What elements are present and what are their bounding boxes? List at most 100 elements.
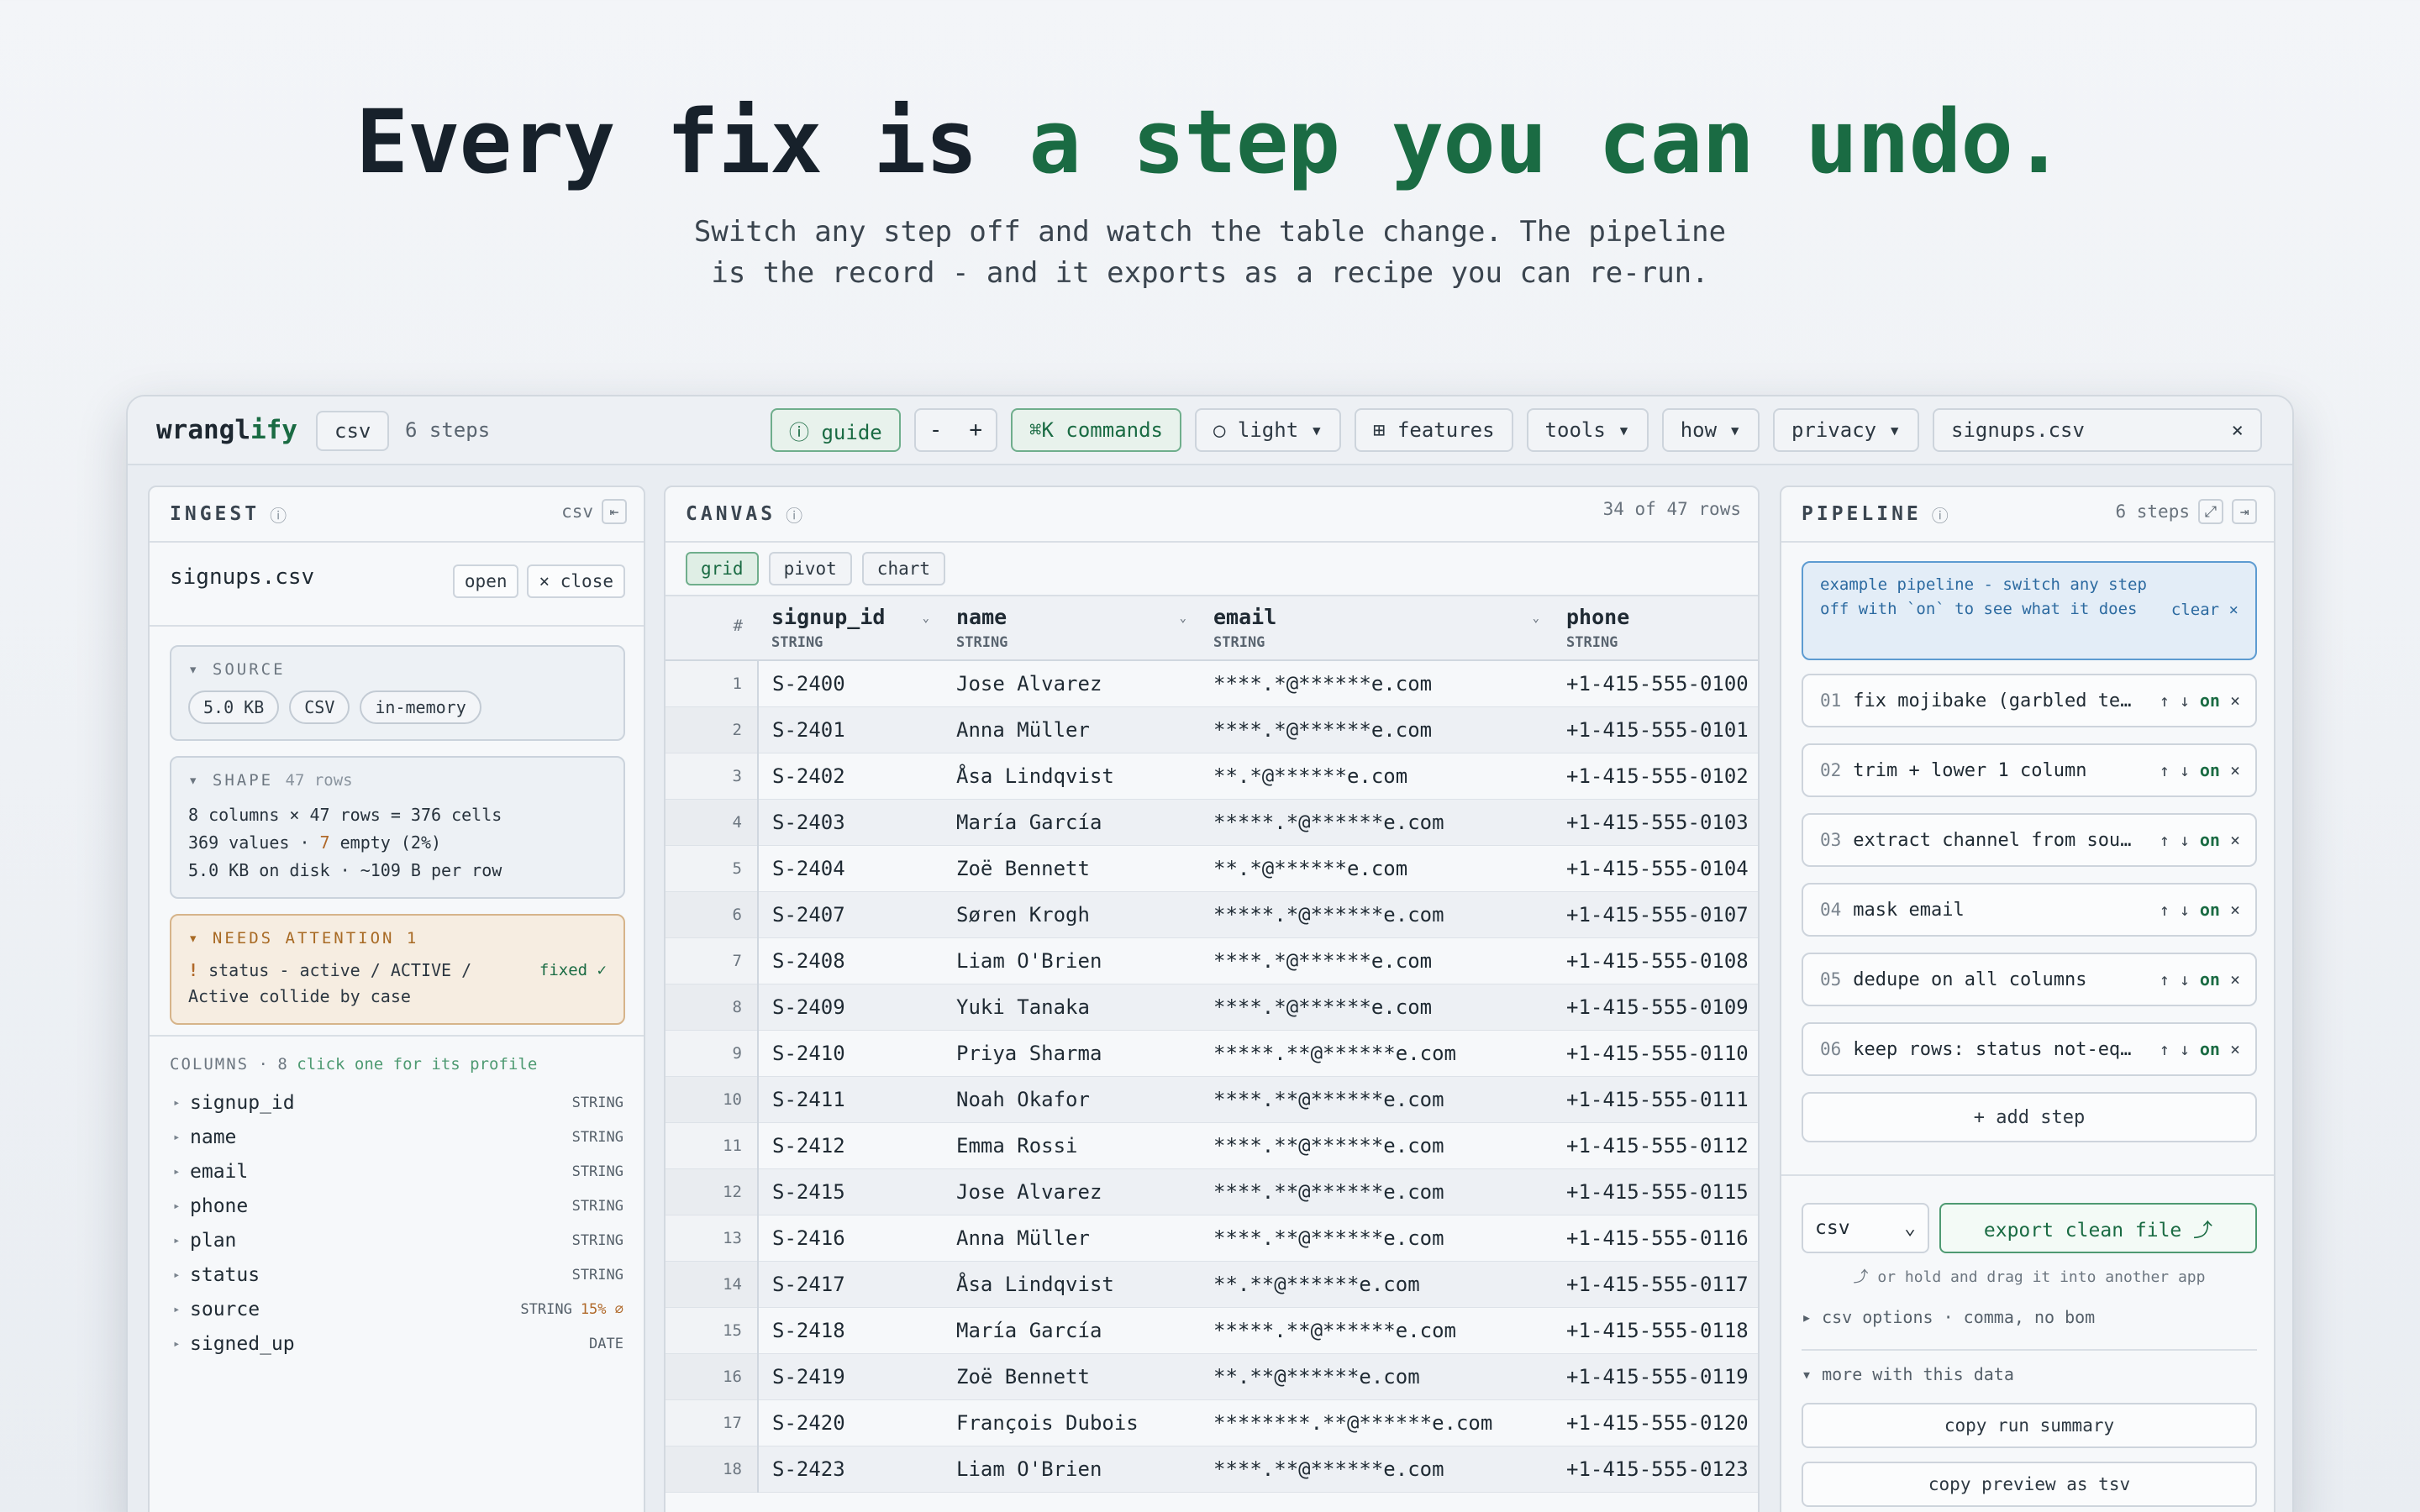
table-row[interactable]: 14 S-2417 Åsa Lindqvist **.**@******e.com +1… bbox=[666, 1261, 1758, 1308]
zoom-out-button[interactable]: - bbox=[916, 417, 956, 443]
table-cell[interactable]: S-2402 bbox=[758, 753, 943, 800]
column-item[interactable]: ▸ signed_up DATE bbox=[173, 1326, 623, 1361]
column-item[interactable]: ▸ email STRING bbox=[173, 1154, 623, 1189]
pipeline-step[interactable]: 06 keep rows: status not-equal ↑ ↓ on × bbox=[1802, 1022, 2257, 1076]
table-cell[interactable]: Liam O'Brien bbox=[943, 937, 1200, 984]
table-cell[interactable]: ********.**@******e.com bbox=[1200, 1399, 1553, 1446]
collapse-right-icon[interactable]: ⇥ bbox=[2232, 499, 2257, 524]
tools-dropdown[interactable]: tools ▾ bbox=[1526, 408, 1649, 452]
table-cell[interactable]: Jose Alvarez bbox=[943, 660, 1200, 707]
table-row[interactable]: 1 S-2400 Jose Alvarez ****.*@******e.com +1-… bbox=[666, 660, 1758, 707]
table-cell[interactable]: ****.**@******e.com bbox=[1200, 1168, 1553, 1215]
move-up-icon[interactable]: ↑ bbox=[2160, 1039, 2170, 1059]
table-cell[interactable]: +1-415-555-0112 bbox=[1553, 1122, 1758, 1169]
table-cell[interactable]: S-2411 bbox=[758, 1076, 943, 1123]
move-down-icon[interactable]: ↓ bbox=[2180, 830, 2190, 850]
table-cell[interactable]: +1-415-555-0116 bbox=[1553, 1215, 1758, 1262]
info-icon[interactable]: ⓘ bbox=[270, 502, 287, 527]
tab-grid[interactable]: grid bbox=[686, 552, 759, 585]
table-cell[interactable]: **.**@******e.com bbox=[1200, 1261, 1553, 1308]
table-cell[interactable]: S-2400 bbox=[758, 660, 943, 707]
table-cell[interactable]: +1-415-555-0108 bbox=[1553, 937, 1758, 984]
table-row[interactable]: 12 S-2415 Jose Alvarez ****.**@******e.com +… bbox=[666, 1168, 1758, 1215]
zoom-in-button[interactable]: + bbox=[955, 417, 996, 443]
open-button[interactable]: open bbox=[452, 564, 519, 598]
table-row[interactable]: 2 S-2401 Anna Müller ****.*@******e.com +1-4… bbox=[666, 706, 1758, 753]
table-cell[interactable]: S-2423 bbox=[758, 1446, 943, 1493]
table-cell[interactable]: +1-415-555-0123 bbox=[1553, 1446, 1758, 1493]
table-row[interactable]: 4 S-2403 María García *****.*@******e.com +1… bbox=[666, 799, 1758, 846]
table-cell[interactable]: *****.*@******e.com bbox=[1200, 799, 1553, 846]
column-header-email[interactable]: email STRING ⌄ bbox=[1200, 596, 1553, 661]
column-item[interactable]: ▸ status STRING bbox=[173, 1257, 623, 1292]
tab-chart[interactable]: chart bbox=[861, 552, 946, 585]
table-row[interactable]: 8 S-2409 Yuki Tanaka ****.*@******e.com +1-4… bbox=[666, 984, 1758, 1031]
table-cell[interactable]: Emma Rossi bbox=[943, 1122, 1200, 1169]
table-cell[interactable]: Åsa Lindqvist bbox=[943, 753, 1200, 800]
table-row[interactable]: 6 S-2407 Søren Krogh *****.*@******e.com +1-… bbox=[666, 891, 1758, 938]
move-down-icon[interactable]: ↓ bbox=[2180, 900, 2190, 920]
table-cell[interactable]: +1-415-555-0109 bbox=[1553, 984, 1758, 1031]
table-cell[interactable]: María García bbox=[943, 1307, 1200, 1354]
table-row[interactable]: 3 S-2402 Åsa Lindqvist **.*@******e.com +1-4… bbox=[666, 753, 1758, 800]
column-item[interactable]: ▸ phone STRING bbox=[173, 1189, 623, 1223]
table-cell[interactable]: S-2410 bbox=[758, 1030, 943, 1077]
table-cell[interactable]: François Dubois bbox=[943, 1399, 1200, 1446]
remove-step-icon[interactable]: × bbox=[2230, 690, 2240, 711]
column-item[interactable]: ▸ signup_id STRING bbox=[173, 1085, 623, 1120]
table-cell[interactable]: María García bbox=[943, 799, 1200, 846]
column-item[interactable]: ▸ name STRING bbox=[173, 1120, 623, 1154]
table-cell[interactable]: S-2401 bbox=[758, 706, 943, 753]
table-cell[interactable]: S-2404 bbox=[758, 845, 943, 892]
table-cell[interactable]: +1-415-555-0100 bbox=[1553, 660, 1758, 707]
table-cell[interactable]: S-2407 bbox=[758, 891, 943, 938]
export-button[interactable]: export clean file ⤴ bbox=[1939, 1203, 2257, 1253]
table-cell[interactable]: ****.*@******e.com bbox=[1200, 706, 1553, 753]
move-down-icon[interactable]: ↓ bbox=[2180, 760, 2190, 780]
table-cell[interactable]: +1-415-555-0111 bbox=[1553, 1076, 1758, 1123]
table-cell[interactable]: ****.**@******e.com bbox=[1200, 1122, 1553, 1169]
pipeline-step[interactable]: 03 extract channel from source ↑ ↓ on × bbox=[1802, 813, 2257, 867]
table-cell[interactable]: **.**@******e.com bbox=[1200, 1353, 1553, 1400]
copy-tsv-button[interactable]: copy preview as tsv bbox=[1802, 1462, 2257, 1507]
remove-step-icon[interactable]: × bbox=[2230, 900, 2240, 920]
commands-button[interactable]: ⌘K commands bbox=[1011, 408, 1181, 452]
shape-card[interactable]: ▾ SHAPE 47 rows 8 columns × 47 rows = 37… bbox=[170, 756, 625, 899]
table-row[interactable]: 18 S-2423 Liam O'Brien ****.**@******e.com +… bbox=[666, 1446, 1758, 1493]
move-up-icon[interactable]: ↑ bbox=[2160, 830, 2170, 850]
table-row[interactable]: 10 S-2411 Noah Okafor ****.**@******e.com +1… bbox=[666, 1076, 1758, 1123]
table-cell[interactable]: +1-415-555-0115 bbox=[1553, 1168, 1758, 1215]
pipeline-step[interactable]: 05 dedupe on all columns ↑ ↓ on × bbox=[1802, 953, 2257, 1006]
file-tab[interactable]: signups.csv × bbox=[1933, 408, 2262, 452]
table-cell[interactable]: ****.*@******e.com bbox=[1200, 984, 1553, 1031]
move-up-icon[interactable]: ↑ bbox=[2160, 690, 2170, 711]
table-cell[interactable]: +1-415-555-0101 bbox=[1553, 706, 1758, 753]
table-cell[interactable]: Jose Alvarez bbox=[943, 1168, 1200, 1215]
table-row[interactable]: 5 S-2404 Zoë Bennett **.*@******e.com +1-415… bbox=[666, 845, 1758, 892]
remove-step-icon[interactable]: × bbox=[2230, 969, 2240, 990]
table-cell[interactable]: ****.*@******e.com bbox=[1200, 937, 1553, 984]
move-up-icon[interactable]: ↑ bbox=[2160, 900, 2170, 920]
csv-options-toggle[interactable]: ▸ csv options · comma, no bom bbox=[1802, 1307, 2095, 1327]
table-cell[interactable]: **.*@******e.com bbox=[1200, 845, 1553, 892]
move-down-icon[interactable]: ↓ bbox=[2180, 969, 2190, 990]
source-label[interactable]: ▾ SOURCE bbox=[188, 660, 607, 679]
table-cell[interactable]: +1-415-555-0104 bbox=[1553, 845, 1758, 892]
features-button[interactable]: ⊞ features bbox=[1355, 408, 1513, 452]
step-toggle[interactable]: on bbox=[2200, 1039, 2220, 1059]
table-row[interactable]: 11 S-2412 Emma Rossi ****.**@******e.com +1-… bbox=[666, 1122, 1758, 1169]
table-cell[interactable]: Anna Müller bbox=[943, 706, 1200, 753]
copy-summary-button[interactable]: copy run summary bbox=[1802, 1403, 2257, 1448]
move-up-icon[interactable]: ↑ bbox=[2160, 760, 2170, 780]
table-row[interactable]: 17 S-2420 François Dubois ********.**@*****… bbox=[666, 1399, 1758, 1446]
column-item[interactable]: ▸ plan STRING bbox=[173, 1223, 623, 1257]
table-row[interactable]: 9 S-2410 Priya Sharma *****.**@******e.com +… bbox=[666, 1030, 1758, 1077]
table-cell[interactable]: *****.**@******e.com bbox=[1200, 1307, 1553, 1354]
table-cell[interactable]: +1-415-555-0110 bbox=[1553, 1030, 1758, 1077]
column-header-phone[interactable]: phone STRING bbox=[1553, 596, 1758, 661]
move-down-icon[interactable]: ↓ bbox=[2180, 1039, 2190, 1059]
table-cell[interactable]: Yuki Tanaka bbox=[943, 984, 1200, 1031]
table-cell[interactable]: *****.**@******e.com bbox=[1200, 1030, 1553, 1077]
table-cell[interactable]: **.*@******e.com bbox=[1200, 753, 1553, 800]
source-card[interactable]: ▾ SOURCE 5.0 KB CSV in-memory bbox=[170, 645, 625, 741]
